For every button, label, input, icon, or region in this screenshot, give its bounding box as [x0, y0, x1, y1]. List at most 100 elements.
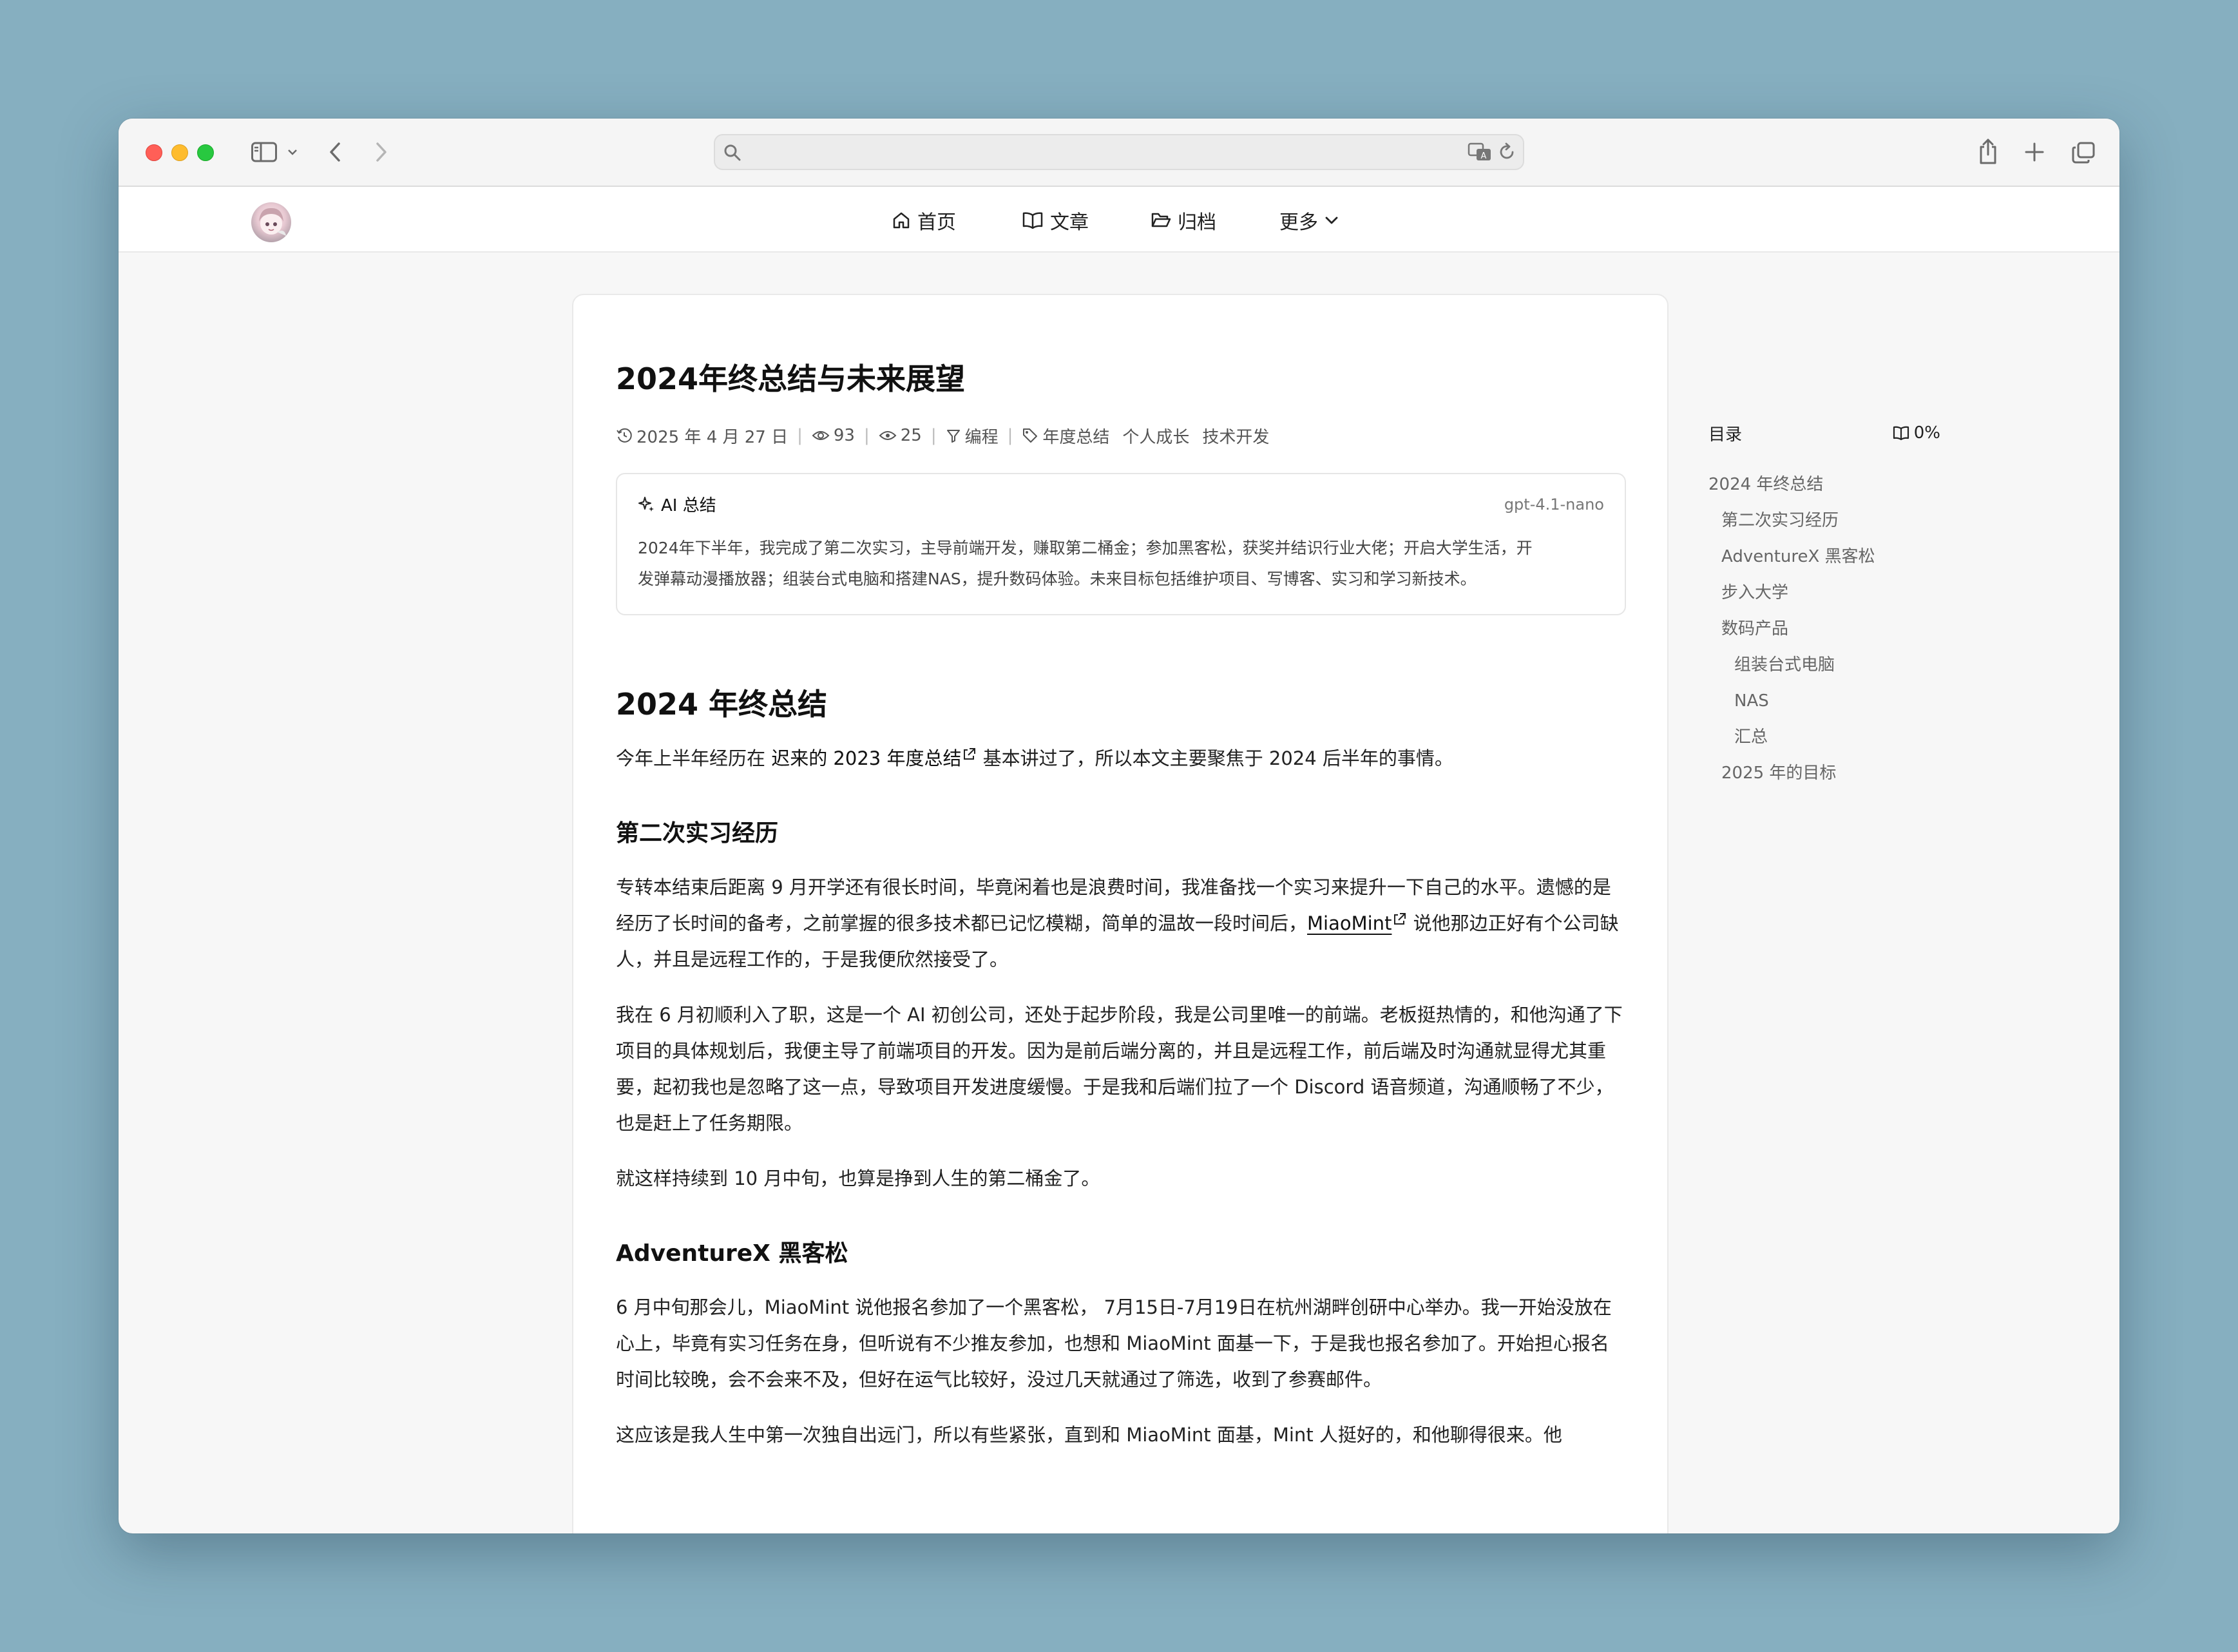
link-text: MiaoMint: [1307, 912, 1392, 934]
zoom-window-button[interactable]: [197, 144, 214, 161]
nav-more-dropdown[interactable]: 更多: [1279, 206, 1339, 235]
publish-date: 2025 年 4 月 27 日: [616, 424, 788, 448]
ai-summary-header: AI 总结: [638, 492, 716, 516]
tag-list: 年度总结 个人成长 技术开发: [1022, 424, 1278, 448]
nav-articles[interactable]: 文章: [1022, 206, 1089, 235]
paragraph-text: 今年上半年经历在: [616, 747, 772, 769]
tag-icon: [1023, 428, 1038, 443]
toc-item[interactable]: NAS: [1708, 683, 1940, 719]
chevron-left-icon: [330, 142, 340, 162]
tag-link[interactable]: 技术开发: [1202, 424, 1269, 448]
external-link[interactable]: 迟来的 2023 年度总结: [771, 747, 977, 769]
section-heading: 2024 年终总结: [616, 687, 828, 722]
subsection-heading: AdventureX 黑客松: [616, 1240, 848, 1267]
toc-title: 目录: [1708, 425, 1743, 445]
link-text: 迟来的 2023 年度总结: [771, 747, 962, 769]
reading-progress-text: 0%: [1913, 423, 1940, 443]
sidebar-icon: [251, 142, 277, 162]
chevron-down-icon: [1325, 216, 1338, 224]
paragraph: 今年上半年经历在 迟来的 2023 年度总结 基本讲过了，所以本文主要聚焦于 2…: [616, 740, 1626, 776]
view-count: 93: [812, 426, 855, 445]
tag-link[interactable]: 年度总结: [1042, 424, 1109, 448]
category-text: 编程: [964, 427, 999, 447]
toc-item[interactable]: 2024 年终总结: [1708, 466, 1940, 503]
avatar[interactable]: [251, 202, 291, 242]
meta-divider: |: [797, 426, 803, 445]
nav-home-label: 首页: [917, 211, 956, 234]
reading-progress: 0%: [1892, 423, 1940, 443]
category-link[interactable]: 编程: [946, 424, 999, 448]
folder-open-icon: [1151, 213, 1171, 227]
filter-icon: [946, 430, 960, 443]
toc-item[interactable]: 步入大学: [1708, 575, 1940, 611]
home-icon: [893, 212, 910, 229]
chevron-right-icon: [376, 142, 387, 162]
toc-item[interactable]: 数码产品: [1708, 611, 1940, 647]
address-bar[interactable]: A: [714, 134, 1524, 170]
paragraph: 我在 6 月初顺利入了职，这是一个 AI 初创公司，还处于起步阶段，我是公司里唯…: [616, 1004, 1623, 1134]
forward-button[interactable]: [368, 139, 394, 165]
nav-archive-label: 归档: [1178, 211, 1216, 234]
share-icon: [1980, 139, 1996, 164]
nav-more-label: 更多: [1279, 211, 1318, 234]
new-tab-button[interactable]: [2023, 140, 2046, 164]
book-open-icon: [1022, 212, 1043, 229]
meta-divider: |: [930, 426, 937, 445]
article-title: 2024年终总结与未来展望: [616, 361, 966, 396]
reading-icon: [879, 431, 897, 440]
ai-summary-box: AI 总结 gpt-4.1-nano 2024年下半年，我完成了第二次实习，主导…: [616, 473, 1626, 615]
paragraph: 专转本结束后距离 9 月开学还有很长时间，毕竟闲着也是浪费时间，我准备找一个实习…: [616, 869, 1626, 977]
ai-summary-line: 2024年下半年，我完成了第二次实习，主导前端开发，赚取第二桶金；参加黑客松，获…: [638, 539, 1533, 557]
meta-divider: |: [1007, 426, 1013, 445]
nav-articles-label: 文章: [1050, 211, 1089, 234]
article-card: 2024年终总结与未来展望 2025 年 4 月 27 日 | 93 | 25 …: [572, 294, 1669, 1533]
external-link-icon: [964, 748, 976, 760]
nav-archive[interactable]: 归档: [1151, 206, 1216, 235]
site-navbar: 首页 文章 归档 更多: [119, 187, 2119, 253]
translate-icon[interactable]: A: [1468, 142, 1492, 162]
back-button[interactable]: [322, 139, 348, 165]
toc-item[interactable]: 汇总: [1708, 719, 1940, 755]
book-icon: [1893, 426, 1909, 441]
tabs-icon: [2072, 142, 2095, 164]
sidebar-toggle-button[interactable]: [245, 140, 283, 164]
toc-item[interactable]: 第二次实习经历: [1708, 503, 1940, 539]
anime-avatar-image: [259, 207, 286, 236]
external-link[interactable]: MiaoMint: [1307, 912, 1407, 934]
article-content: 2024年终总结与未来展望 2025 年 4 月 27 日 | 93 | 25 …: [616, 360, 1626, 1453]
publish-date-text: 2025 年 4 月 27 日: [636, 427, 789, 447]
browser-window: A 首页 文章 归档 更多 2024年终总结与未来展望 2025 年 4 月 2…: [119, 119, 2119, 1533]
browser-toolbar: A: [119, 119, 2119, 187]
meta-divider: |: [863, 426, 870, 445]
ai-summary-text: 2024年下半年，我完成了第二次实习，主导前端开发，赚取第二桶金；参加黑客松，获…: [638, 533, 1604, 595]
tab-overview-button[interactable]: [2071, 140, 2096, 165]
article-meta: 2025 年 4 月 27 日 | 93 | 25 | 编程 | 年度总结 个人…: [616, 424, 1626, 447]
minimize-window-button[interactable]: [171, 144, 188, 161]
nav-home[interactable]: 首页: [892, 206, 956, 235]
paragraph: 就这样持续到 10 月中旬，也算是挣到人生的第二桶金了。: [616, 1167, 1100, 1189]
clock-history-icon: [617, 428, 632, 443]
tag-link[interactable]: 个人成长: [1122, 424, 1189, 448]
svg-text:A: A: [1481, 151, 1487, 161]
toc-item[interactable]: 2025 年的目标: [1708, 755, 1940, 791]
toc-item[interactable]: AdventureX 黑客松: [1708, 539, 1940, 575]
plus-icon: [2025, 142, 2044, 162]
close-window-button[interactable]: [146, 144, 162, 161]
external-link-icon: [1394, 913, 1406, 925]
chevron-down-icon[interactable]: [285, 144, 300, 160]
subsection-heading: 第二次实习经历: [616, 820, 779, 847]
eye-icon: [812, 431, 830, 440]
reload-icon[interactable]: [1497, 142, 1516, 162]
comment-count-text: 25: [900, 426, 922, 445]
search-icon: [724, 144, 741, 161]
toc-item[interactable]: 组装台式电脑: [1708, 647, 1940, 683]
comment-count: 25: [879, 426, 922, 445]
paragraph-text: 基本讲过了，所以本文主要聚焦于 2024 后半年的事情。: [977, 747, 1453, 769]
ai-model-label: gpt-4.1-nano: [1504, 495, 1604, 514]
table-of-contents: 目录 0% 2024 年终总结 第二次实习经历 AdventureX 黑客松 步…: [1708, 421, 1940, 791]
share-button[interactable]: [1975, 137, 2001, 166]
paragraph: 6 月中旬那会儿，MiaoMint 说他报名参加了一个黑客松， 7月15日-7月…: [616, 1296, 1612, 1390]
view-count-text: 93: [833, 426, 855, 445]
sparkle-icon: [638, 496, 654, 512]
paragraph: 这应该是我人生中第一次独自出远门，所以有些紧张，直到和 MiaoMint 面基，…: [616, 1424, 1562, 1446]
